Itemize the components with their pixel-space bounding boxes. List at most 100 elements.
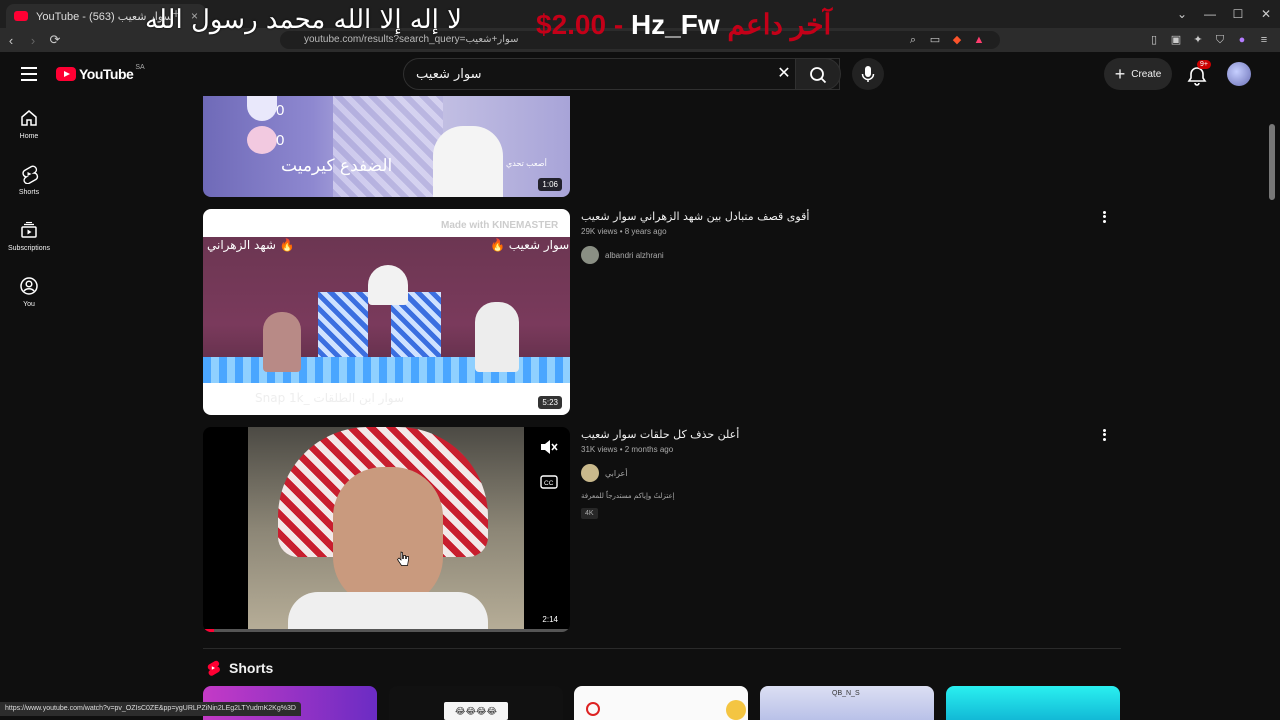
account-avatar[interactable] [1227, 62, 1251, 86]
preview-progress-fill [203, 629, 214, 632]
video-duration: 5:23 [538, 396, 562, 409]
plus-icon: + [1114, 64, 1126, 84]
brave-shield-icon[interactable]: ◆ [949, 32, 965, 48]
close-window-button[interactable]: ✕ [1252, 0, 1280, 28]
reload-icon[interactable]: ⟳ [44, 32, 66, 48]
shorts-heading: Shorts [229, 660, 274, 676]
cast-icon[interactable]: ▭ [927, 32, 943, 48]
zoom-icon[interactable]: ⌕ [905, 32, 921, 48]
short-card[interactable]: 😂😂😂😂 [389, 686, 563, 720]
short-card[interactable] [946, 686, 1120, 720]
svg-text:CC: CC [544, 480, 554, 487]
short-card[interactable] [574, 686, 748, 720]
create-button[interactable]: + Create [1104, 58, 1172, 90]
vpn-icon[interactable]: ⛉ [1212, 32, 1228, 48]
shahada-overlay: لا إله إلا الله محمد رسول الله [145, 5, 462, 35]
window-controls: ⌄ — ☐ ✕ [1168, 0, 1280, 28]
short-emoji-caption: 😂😂😂😂 [444, 702, 508, 720]
channel-name[interactable]: أعرابي [605, 469, 628, 478]
page-scrollbar[interactable] [1268, 96, 1276, 720]
score-correct: 0 [276, 102, 285, 119]
create-label: Create [1131, 68, 1162, 80]
video-result: 0 0 الضفدع كيرميت أصعب تحدي 1:06 [203, 96, 1123, 198]
sidebar-item-label: You [23, 301, 35, 308]
short-card[interactable]: QB_N_S [760, 686, 934, 720]
sidebar-item-home[interactable]: Home [0, 96, 58, 152]
video-duration: 1:06 [538, 178, 562, 191]
short-caption: QB_N_S [832, 690, 860, 697]
menu-icon[interactable] [17, 63, 41, 85]
kinemaster-watermark: Made with KINEMASTER [441, 220, 559, 231]
sidebar-item-you[interactable]: You [0, 264, 58, 320]
youtube-favicon-icon [14, 11, 28, 21]
pattern-background [333, 96, 443, 197]
voice-search-button[interactable] [852, 58, 884, 90]
view-count: 29K views [581, 227, 618, 236]
video-thumbnail[interactable]: Made with KINEMASTER شهد الزهراني 🔥 🔥 سو… [203, 209, 570, 415]
thumbnail-badge: أصعب تحدي [506, 159, 547, 168]
sidebar-item-label: Subscriptions [7, 245, 51, 252]
video-meta: أقوى قصف متبادل بين شهد الزهراني سوار شع… [581, 209, 1081, 264]
subscriptions-icon [21, 221, 37, 238]
closed-captions-icon[interactable]: CC [540, 475, 558, 489]
back-arrow-icon[interactable]: ‹ [0, 33, 22, 48]
channel-row[interactable]: albandri alzhrani [581, 246, 1081, 264]
upload-age: 2 months ago [624, 445, 674, 454]
channel-name[interactable]: albandri alzhrani [605, 251, 664, 260]
no-entry-icon [586, 702, 600, 716]
brave-rewards-icon[interactable]: ▲ [971, 32, 987, 48]
sidebar-item-label: Shorts [18, 189, 40, 196]
channel-avatar[interactable] [581, 464, 599, 482]
video-result: Made with KINEMASTER شهد الزهراني 🔥 🔥 سو… [203, 209, 1123, 416]
video-title[interactable]: أقوى قصف متبادل بين شهد الزهراني سوار شع… [581, 209, 1081, 225]
channel-row[interactable]: أعرابي [581, 464, 1081, 482]
speaker-face [333, 467, 443, 607]
guest-right-figure [475, 302, 519, 372]
donation-price: $2.00 - [536, 9, 631, 40]
studio-background [203, 237, 570, 383]
wallet-icon[interactable]: ▣ [1168, 32, 1184, 48]
search-input[interactable] [404, 59, 764, 89]
browser-menu-icon[interactable]: ≡ [1256, 32, 1272, 48]
upload-age: 8 years ago [624, 227, 667, 236]
guest-left-figure [263, 312, 301, 372]
youtube-logo[interactable]: YouTube SA [56, 64, 145, 82]
sidebar-item-subscriptions[interactable]: Subscriptions [0, 208, 58, 264]
minimize-button[interactable]: — [1196, 0, 1224, 28]
video-result: CC 2:14 أعلن حذف كل حلقات سوار شعيب 31K … [203, 427, 1123, 633]
home-icon [21, 110, 37, 126]
thumbnail-caption: الضفدع كيرميت [281, 156, 393, 176]
score-wrong: 0 [276, 132, 285, 149]
extension-icon[interactable]: ● [1234, 32, 1250, 48]
video-thumbnail[interactable]: 0 0 الضفدع كيرميت أصعب تحدي 1:06 [203, 96, 570, 197]
more-actions-icon[interactable] [1096, 209, 1112, 225]
donor-name: Hz_Fw [630, 9, 720, 40]
link-status-bar: https://www.youtube.com/watch?v=pv_OZIsC… [0, 702, 301, 716]
video-preview-player[interactable]: CC 2:14 [203, 427, 570, 632]
check-icon [247, 96, 277, 121]
sidebar-item-shorts[interactable]: Shorts [0, 152, 58, 208]
clear-search-icon[interactable]: ✕ [774, 64, 794, 84]
sidebar-toggle-icon[interactable]: ▯ [1146, 32, 1162, 48]
donation-label: آخر داعم [727, 9, 832, 40]
more-actions-icon[interactable] [1096, 427, 1112, 443]
microphone-icon [861, 66, 875, 82]
preview-frame [248, 427, 524, 632]
forward-arrow-icon[interactable]: › [22, 33, 44, 48]
channel-avatar[interactable] [581, 246, 599, 264]
extension-icons: ▯ ▣ ✦ ⛉ ● ≡ [1146, 32, 1272, 48]
account-circle-icon [20, 277, 38, 295]
video-description: إعتزلتُ وإياكم مستدرجاً للمعرفة [581, 492, 675, 500]
preview-progress-track[interactable] [203, 629, 570, 632]
video-title[interactable]: أعلن حذف كل حلقات سوار شعيب [581, 427, 1081, 443]
search-box: ✕ [403, 58, 840, 90]
leo-ai-icon[interactable]: ✦ [1190, 32, 1206, 48]
maximize-button[interactable]: ☐ [1224, 0, 1252, 28]
view-count: 31K views [581, 445, 618, 454]
muted-speaker-icon[interactable] [539, 439, 559, 455]
thumbnail-left-name: شهد الزهراني 🔥 [207, 238, 295, 252]
scrollbar-thumb[interactable] [1269, 124, 1275, 200]
tab-list-chevron-icon[interactable]: ⌄ [1168, 0, 1196, 28]
search-button[interactable] [795, 58, 841, 90]
video-meta: أعلن حذف كل حلقات سوار شعيب 31K views • … [581, 427, 1081, 520]
